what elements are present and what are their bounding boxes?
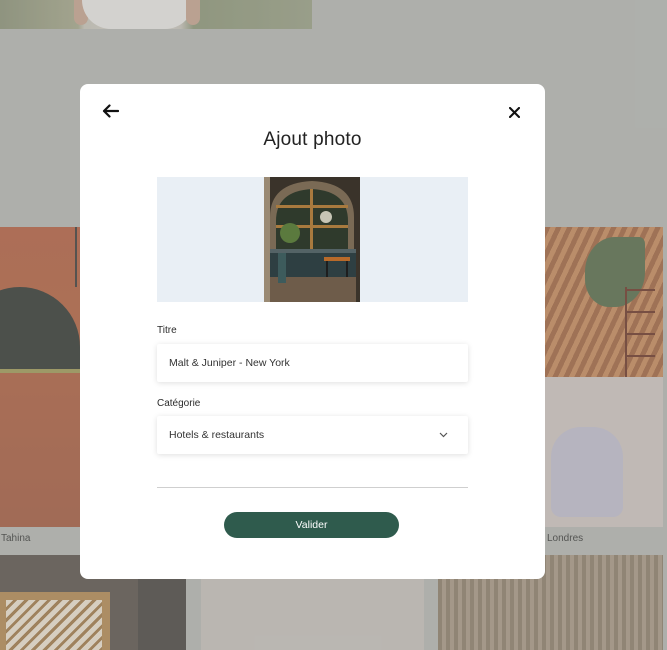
arrow-left-icon[interactable] <box>99 100 121 122</box>
close-icon[interactable] <box>503 101 525 123</box>
divider <box>157 487 468 488</box>
category-select[interactable]: Hotels & restaurants <box>157 416 468 454</box>
modal-title: Ajout photo <box>263 129 362 150</box>
chevron-down-icon <box>439 429 448 441</box>
photo-preview <box>157 177 468 302</box>
title-input-value: Malt & Juniper - New York <box>169 357 290 369</box>
add-photo-modal: Ajout photo Titre Malt & Juniper - New Y… <box>80 84 545 579</box>
title-input[interactable]: Malt & Juniper - New York <box>157 344 468 382</box>
submit-button[interactable]: Valider <box>224 512 399 538</box>
title-label: Titre <box>157 325 177 336</box>
preview-image <box>264 177 360 302</box>
category-select-value: Hotels & restaurants <box>169 429 265 441</box>
category-label: Catégorie <box>157 398 201 409</box>
